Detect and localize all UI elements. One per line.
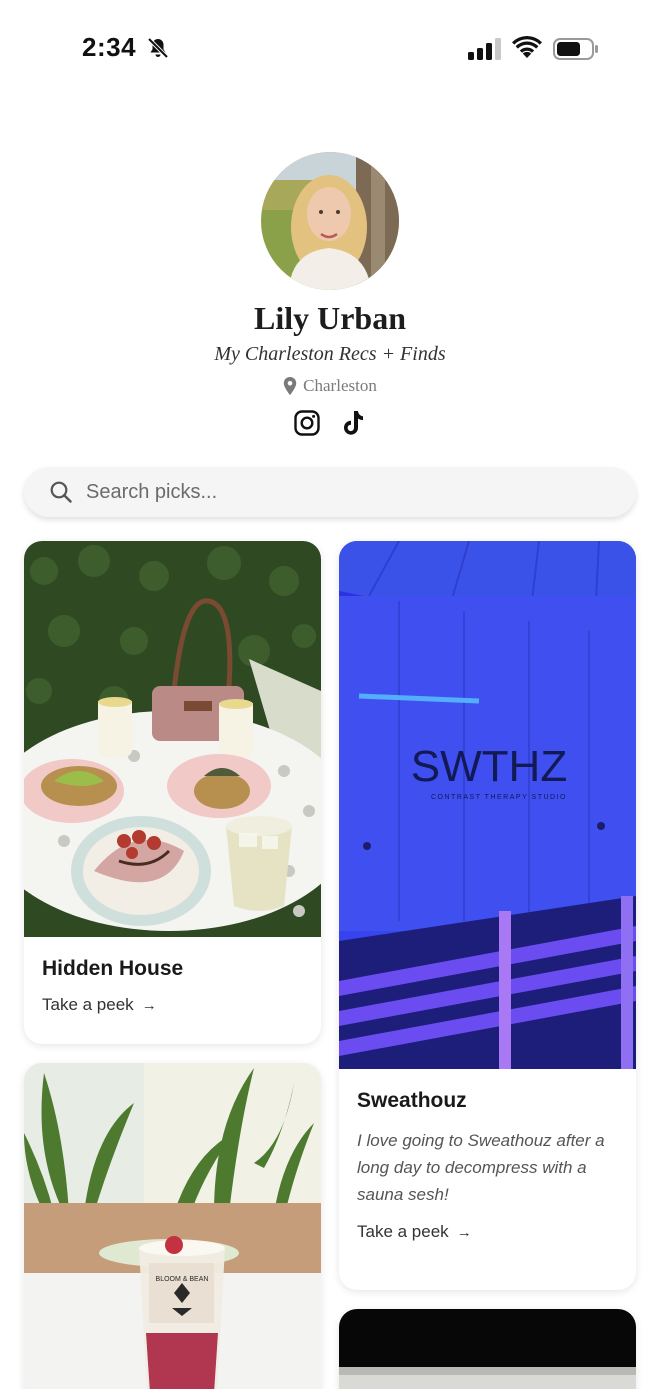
card-image-3: BLOOM & BEAN — [24, 1063, 321, 1389]
arrow-right-icon: → — [456, 1223, 472, 1241]
search-input[interactable] — [86, 480, 566, 504]
take-a-peek-link[interactable]: Take a peek → — [42, 995, 303, 1015]
social-links — [0, 408, 660, 438]
arrow-right-icon: → — [141, 996, 157, 1014]
card-title: Sweathouz — [357, 1089, 467, 1112]
search-bar[interactable] — [24, 467, 636, 517]
take-a-peek-label: Take a peek — [357, 1222, 449, 1241]
profile-location: Charleston — [0, 376, 660, 396]
take-a-peek-link[interactable]: Take a peek → — [357, 1222, 618, 1242]
sweathouz-logo-subtext: CONTRAST THERAPY STUDIO — [431, 794, 567, 801]
pick-card-hidden-house[interactable]: Hidden House Take a peek → — [24, 541, 321, 1044]
location-label: Charleston — [303, 376, 377, 395]
profile-tagline: My Charleston Recs + Finds — [214, 343, 446, 365]
card-body: Hidden House Take a peek → — [24, 937, 321, 1015]
tiktok-link[interactable] — [338, 408, 368, 438]
bell-off-icon — [147, 37, 169, 59]
take-a-peek-label: Take a peek — [42, 995, 134, 1014]
cup-logo-text: BLOOM & BEAN — [156, 1276, 209, 1283]
profile-name: Lily Urban — [253, 300, 407, 336]
location-pin-icon — [283, 377, 297, 395]
card-image-4 — [339, 1309, 636, 1389]
battery-icon — [553, 38, 598, 60]
sweathouz-logo-text: SWTHZ — [411, 742, 567, 791]
instagram-icon — [294, 410, 320, 436]
status-time: 2:34 — [82, 32, 137, 62]
pick-card-3[interactable]: BLOOM & BEAN — [24, 1063, 321, 1389]
card-image-sweathouz: SWTHZ CONTRAST THERAPY STUDIO — [339, 541, 636, 1069]
card-body: Sweathouz I love going to Sweathouz afte… — [339, 1069, 636, 1242]
card-image-hidden-house — [24, 541, 321, 937]
card-description: I love going to Sweathouz after a long d… — [357, 1131, 605, 1204]
wifi-icon — [512, 36, 542, 58]
search-icon — [50, 481, 72, 503]
pick-card-4[interactable] — [339, 1309, 636, 1389]
pick-card-sweathouz[interactable]: SWTHZ CONTRAST THERAPY STUDIO Sweathouz … — [339, 541, 636, 1290]
status-bar: 2:34 — [0, 0, 660, 96]
cellular-signal-icon — [468, 38, 501, 60]
profile-avatar — [261, 152, 399, 290]
instagram-link[interactable] — [292, 408, 322, 438]
tiktok-icon — [344, 411, 363, 435]
card-title: Hidden House — [42, 957, 184, 980]
